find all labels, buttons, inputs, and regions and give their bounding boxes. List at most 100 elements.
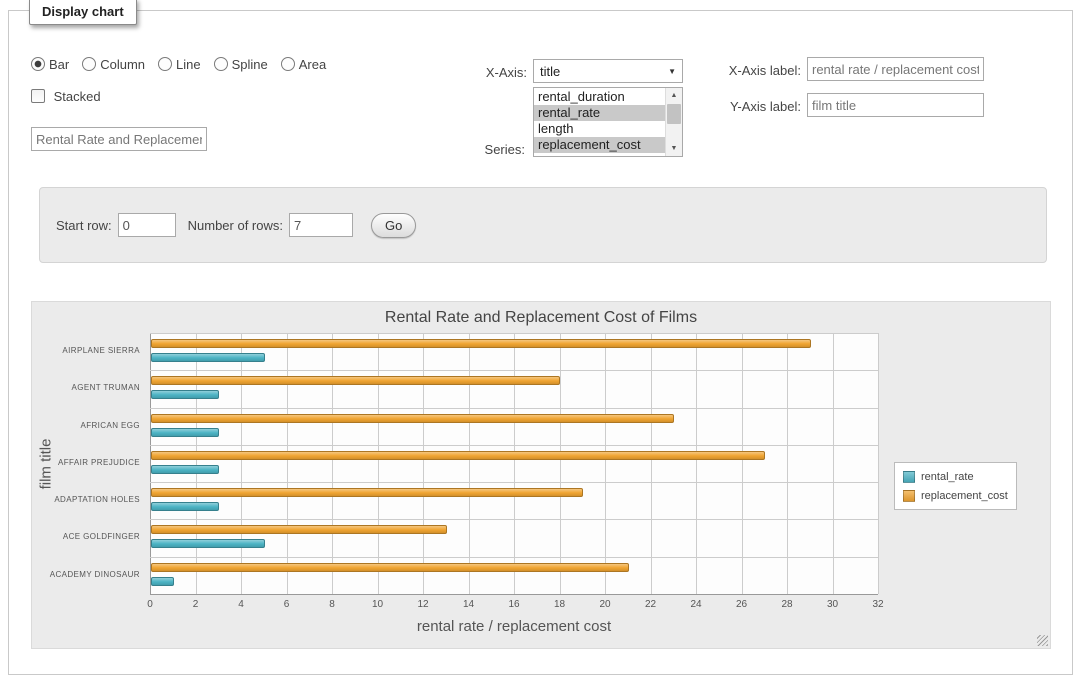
series-option-rental_rate[interactable]: rental_rate (534, 105, 666, 121)
gridline-vertical (241, 333, 242, 594)
x-tick-label: 32 (863, 599, 893, 610)
gridline-vertical (514, 333, 515, 594)
radio-label: Bar (49, 57, 69, 72)
chart-type-option-spline[interactable]: Spline (214, 57, 268, 72)
bar-replacement_cost (151, 414, 674, 423)
stacked-checkbox[interactable] (31, 89, 45, 103)
scrollbar-down-arrow-icon[interactable]: ▼ (666, 141, 682, 156)
gridline-vertical (696, 333, 697, 594)
series-multiselect[interactable]: rental_durationrental_ratelengthreplacem… (533, 87, 683, 157)
x-tick-label: 8 (317, 599, 347, 610)
x-tick-label: 18 (545, 599, 575, 610)
gridline-vertical (878, 333, 879, 594)
x-tick-label: 22 (636, 599, 666, 610)
gridline-horizontal (150, 519, 878, 520)
legend-swatch (903, 490, 915, 502)
legend-swatch (903, 471, 915, 483)
radio-icon[interactable] (31, 57, 45, 71)
bar-replacement_cost (151, 563, 629, 572)
category-label: AFFAIR PREJUDICE (32, 458, 140, 468)
chart-type-radiogroup: Bar Column Line Spline Area (31, 57, 339, 72)
chart-type-option-column[interactable]: Column (82, 57, 145, 72)
chart-container: Rental Rate and Replacement Cost of Film… (31, 301, 1051, 649)
radio-label: Spline (232, 57, 268, 72)
gridline-horizontal (150, 557, 878, 558)
x-axis-label-input[interactable] (807, 57, 984, 81)
gridline-vertical (287, 333, 288, 594)
bar-rental_rate (151, 539, 265, 548)
radio-icon[interactable] (158, 57, 172, 71)
chart-type-option-line[interactable]: Line (158, 57, 201, 72)
category-label: ACE GOLDFINGER (32, 532, 140, 542)
gridline-vertical (742, 333, 743, 594)
x-tick-label: 26 (727, 599, 757, 610)
x-tick-label: 0 (135, 599, 165, 610)
x-tick-label: 28 (772, 599, 802, 610)
gridline-vertical (196, 333, 197, 594)
series-option-rental_duration[interactable]: rental_duration (534, 89, 666, 105)
gridline-horizontal (150, 445, 878, 446)
category-label: ACADEMY DINOSAUR (32, 570, 140, 580)
x-tick-label: 30 (818, 599, 848, 610)
gridline-vertical (423, 333, 424, 594)
bar-replacement_cost (151, 451, 765, 460)
x-axis-select-label: X-Axis: (429, 65, 527, 80)
series-option-replacement_cost[interactable]: replacement_cost (534, 137, 666, 153)
category-label: AIRPLANE SIERRA (32, 346, 140, 356)
gridline-vertical (332, 333, 333, 594)
go-button[interactable]: Go (371, 213, 416, 238)
x-tick-label: 14 (454, 599, 484, 610)
legend-entry-replacement_cost: replacement_cost (903, 486, 1008, 505)
gridline-vertical (150, 333, 151, 594)
start-row-input[interactable] (118, 213, 176, 237)
panel-legend: Display chart (29, 0, 137, 25)
bar-rental_rate (151, 577, 174, 586)
radio-label: Column (100, 57, 145, 72)
chart-legend: rental_rate replacement_cost (894, 462, 1017, 510)
radio-icon[interactable] (214, 57, 228, 71)
radio-icon[interactable] (281, 57, 295, 71)
bar-rental_rate (151, 428, 219, 437)
bar-replacement_cost (151, 339, 811, 348)
stacked-label: Stacked (54, 89, 101, 104)
gridline-vertical (833, 333, 834, 594)
gridline-horizontal (150, 333, 878, 334)
x-tick-label: 6 (272, 599, 302, 610)
gridline-vertical (469, 333, 470, 594)
gridline-vertical (787, 333, 788, 594)
series-select-label: Series: (429, 142, 525, 157)
bar-rental_rate (151, 390, 219, 399)
x-tick-label: 24 (681, 599, 711, 610)
bar-rental_rate (151, 353, 265, 362)
resize-handle-icon[interactable] (1037, 635, 1048, 646)
x-tick-label: 10 (363, 599, 393, 610)
chart-type-option-bar[interactable]: Bar (31, 57, 69, 72)
bar-rental_rate (151, 465, 219, 474)
gridline-vertical (605, 333, 606, 594)
x-axis-selected-value: title (540, 64, 560, 79)
start-row-label: Start row: (56, 218, 112, 233)
chart-title-input[interactable] (31, 127, 207, 151)
y-axis-label-input[interactable] (807, 93, 984, 117)
legend-label: rental_rate (921, 471, 974, 483)
x-axis-title: rental rate / replacement cost (150, 618, 878, 635)
x-tick-label: 4 (226, 599, 256, 610)
category-label: AFRICAN EGG (32, 421, 140, 431)
series-option-length[interactable]: length (534, 121, 666, 137)
x-tick-label: 20 (590, 599, 620, 610)
bar-rental_rate (151, 502, 219, 511)
radio-icon[interactable] (82, 57, 96, 71)
bar-replacement_cost (151, 488, 583, 497)
gridline-vertical (651, 333, 652, 594)
legend-entry-rental_rate: rental_rate (903, 467, 1008, 486)
series-options: rental_durationrental_ratelengthreplacem… (534, 89, 666, 153)
radio-label: Area (299, 57, 326, 72)
stacked-checkbox-row[interactable]: Stacked (31, 89, 101, 104)
number-of-rows-input[interactable] (289, 213, 353, 237)
gridline-horizontal (150, 408, 878, 409)
gridline-horizontal (150, 370, 878, 371)
legend-label: replacement_cost (921, 490, 1008, 502)
gridline-vertical (378, 333, 379, 594)
chart-type-option-area[interactable]: Area (281, 57, 326, 72)
x-tick-label: 2 (181, 599, 211, 610)
